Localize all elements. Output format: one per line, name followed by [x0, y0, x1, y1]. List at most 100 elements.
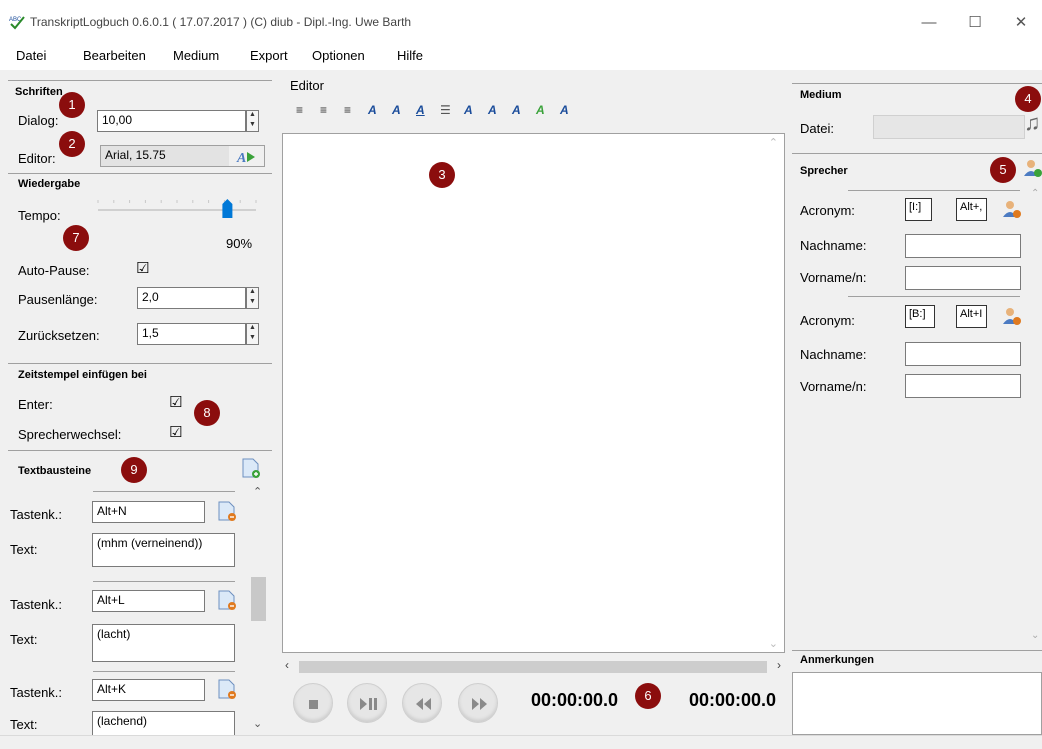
- sprecherwechsel-checkbox[interactable]: ☑: [169, 423, 182, 441]
- align-right-icon[interactable]: ≡: [344, 103, 351, 117]
- pausenlaenge-input[interactable]: 2,0: [137, 287, 246, 309]
- menu-datei[interactable]: Datei: [16, 48, 46, 63]
- maximize-button[interactable]: ☐: [952, 8, 998, 38]
- textbaustein-key-input[interactable]: Alt+N: [92, 501, 205, 523]
- speaker-shortcut-input[interactable]: Alt+I: [956, 305, 987, 328]
- speaker-nachname-input[interactable]: [905, 234, 1021, 258]
- font-grow-icon[interactable]: A: [464, 103, 473, 117]
- scroll-up-icon[interactable]: ⌃: [253, 485, 262, 498]
- speaker-acronym-input[interactable]: [I:]: [905, 198, 932, 221]
- dialog-font-size-input[interactable]: 10,00: [97, 110, 246, 132]
- minimize-button[interactable]: —: [906, 8, 952, 38]
- app-icon: ABC: [9, 16, 25, 30]
- zuruecksetzen-spinner[interactable]: ▲ ▼: [246, 323, 259, 345]
- dialog-font-size-spinner[interactable]: ▲ ▼: [246, 110, 259, 132]
- delete-speaker-icon[interactable]: [1000, 305, 1022, 327]
- editor-label: Editor:: [18, 151, 56, 166]
- annotation-badge: 8: [194, 400, 220, 426]
- speaker-vorname-input[interactable]: [905, 266, 1021, 290]
- align-center-icon[interactable]: ≡: [320, 103, 327, 117]
- font-select-icon[interactable]: A: [536, 103, 545, 117]
- add-speaker-icon[interactable]: [1022, 158, 1042, 178]
- stop-button[interactable]: [293, 683, 333, 723]
- nachname-label: Nachname:: [800, 347, 867, 362]
- delete-textbaustein-icon[interactable]: [218, 590, 236, 610]
- textbaustein-text-input[interactable]: (lacht): [92, 624, 235, 662]
- speaker-acronym-input[interactable]: [B:]: [905, 305, 935, 328]
- anmerkungen-text-area[interactable]: [792, 672, 1042, 735]
- section-title-sprecher: Sprecher: [800, 165, 848, 177]
- sprecher-scrollbar[interactable]: ⌃ ⌄: [1030, 180, 1042, 650]
- total-time: 00:00:00.0: [689, 690, 777, 710]
- divider: [792, 153, 1042, 154]
- autopause-checkbox[interactable]: ☑: [136, 259, 149, 277]
- scroll-down-icon[interactable]: ⌄: [769, 637, 778, 650]
- annotation-badge: 3: [429, 162, 455, 188]
- stop-icon: [309, 700, 318, 709]
- menu-bearbeiten[interactable]: Bearbeiten: [83, 48, 146, 63]
- bullet-list-icon[interactable]: ☰: [440, 103, 451, 117]
- font-shrink-icon[interactable]: A: [488, 103, 497, 117]
- scrollbar-thumb[interactable]: [299, 661, 767, 673]
- line-spacing-icon[interactable]: A: [512, 103, 521, 117]
- play-pause-icon: [360, 698, 377, 710]
- title-bar: ABC TranskriptLogbuch 0.6.0.1 ( 17.07.20…: [0, 0, 1042, 44]
- delete-speaker-icon[interactable]: [1000, 198, 1022, 220]
- zuruecksetzen-input[interactable]: 1,5: [137, 323, 246, 345]
- tastenk-label: Tastenk.:: [10, 685, 63, 700]
- rewind-button[interactable]: [402, 683, 442, 723]
- tastenk-label: Tastenk.:: [10, 507, 63, 522]
- menu-hilfe[interactable]: Hilfe: [397, 48, 423, 63]
- menu-export[interactable]: Export: [250, 48, 288, 63]
- scroll-left-icon[interactable]: ‹: [285, 658, 289, 672]
- enter-checkbox[interactable]: ☑: [169, 393, 182, 411]
- delete-textbaustein-icon[interactable]: [218, 679, 236, 699]
- menu-optionen[interactable]: Optionen: [312, 48, 365, 63]
- scroll-down-icon[interactable]: ⌄: [1031, 630, 1039, 641]
- current-time: 00:00:00.0: [531, 690, 619, 710]
- scroll-down-icon[interactable]: ⌄: [253, 717, 262, 730]
- divider: [8, 80, 272, 81]
- italic-icon[interactable]: A: [392, 103, 401, 117]
- pausenlaenge-label: Pausenlänge:: [18, 292, 98, 307]
- textbaustein-text-input[interactable]: (mhm (verneinend)): [92, 533, 235, 567]
- fast-forward-button[interactable]: [458, 683, 498, 723]
- media-file-display: [873, 115, 1025, 139]
- speaker-vorname-input[interactable]: [905, 374, 1021, 398]
- editor-text-area[interactable]: ⌃ ⌄: [282, 133, 785, 653]
- pausenlaenge-spinner[interactable]: ▲ ▼: [246, 287, 259, 309]
- scroll-up-icon[interactable]: ⌃: [1031, 188, 1039, 199]
- textbaustein-key-input[interactable]: Alt+L: [92, 590, 205, 612]
- section-title-anmerkungen: Anmerkungen: [800, 654, 874, 666]
- editor-font-box: Arial, 15.75 A: [100, 145, 265, 167]
- scroll-up-icon[interactable]: ⌃: [769, 136, 778, 149]
- svg-text:A: A: [236, 151, 246, 164]
- font-size-icon[interactable]: A: [560, 103, 569, 117]
- editor-horizontal-scrollbar[interactable]: ‹ ›: [282, 658, 785, 674]
- close-button[interactable]: ✕: [998, 8, 1042, 38]
- scroll-right-icon[interactable]: ›: [777, 658, 781, 672]
- section-title-schriften: Schriften: [15, 86, 63, 98]
- music-note-icon[interactable]: ♫: [1024, 110, 1041, 136]
- menu-medium[interactable]: Medium: [173, 48, 219, 63]
- speaker-nachname-input[interactable]: [905, 342, 1021, 366]
- divider: [8, 363, 272, 364]
- divider: [93, 581, 235, 582]
- font-select-icon[interactable]: A: [235, 148, 257, 164]
- tastenk-label: Tastenk.:: [10, 597, 63, 612]
- textbaustein-key-input[interactable]: Alt+K: [92, 679, 205, 701]
- align-left-icon[interactable]: ≡: [296, 103, 303, 117]
- play-pause-button[interactable]: [347, 683, 387, 723]
- underline-icon[interactable]: A: [416, 103, 425, 117]
- annotation-badge: 2: [59, 131, 85, 157]
- divider: [93, 671, 235, 672]
- section-title-zeitstempel: Zeitstempel einfügen bei: [18, 369, 147, 381]
- bold-icon[interactable]: A: [368, 103, 377, 117]
- section-title-textbausteine: Textbausteine: [18, 465, 92, 477]
- add-textbaustein-icon[interactable]: [242, 458, 260, 478]
- speaker-shortcut-input[interactable]: Alt+,: [956, 198, 987, 221]
- tempo-slider[interactable]: [96, 196, 260, 222]
- textbausteine-scrollbar[interactable]: ⌃ ⌄: [250, 485, 267, 735]
- delete-textbaustein-icon[interactable]: [218, 501, 236, 521]
- scrollbar-thumb[interactable]: [251, 577, 266, 621]
